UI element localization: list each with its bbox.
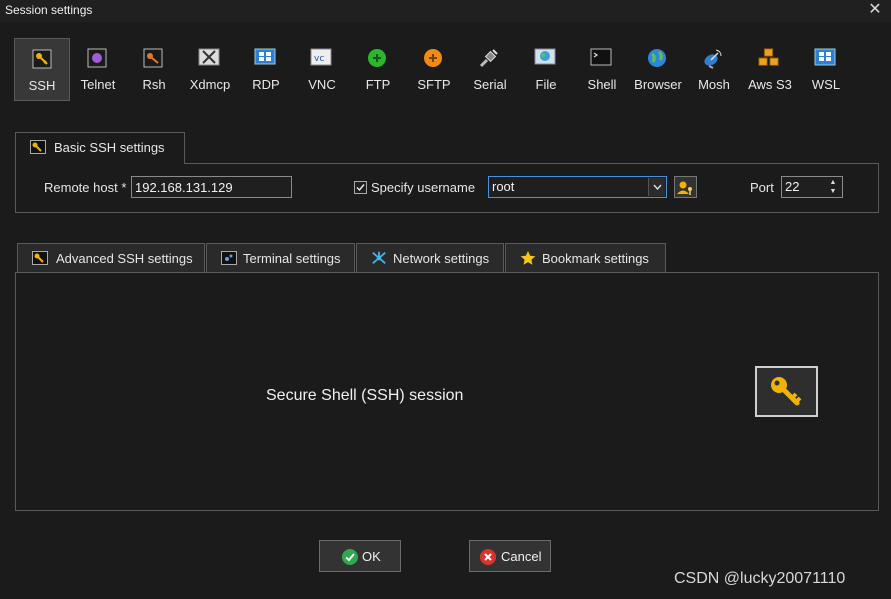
vnc-icon: vc: [310, 48, 332, 68]
protocol-label: SFTP: [417, 77, 451, 92]
watermark: CSDN @lucky20071110: [674, 570, 846, 587]
window-title: Session settings: [5, 3, 93, 17]
port-label: Port: [750, 180, 774, 195]
mosh-satellite-icon: [702, 48, 724, 69]
check-icon: [342, 549, 358, 565]
protocol-label: SSH: [28, 78, 56, 93]
protocol-label: Aws S3: [748, 77, 792, 92]
protocol-shell[interactable]: Shell: [574, 38, 630, 101]
protocol-file[interactable]: File: [518, 38, 574, 101]
protocol-label: Serial: [473, 77, 507, 92]
protocol-browser[interactable]: Browser: [630, 38, 686, 101]
ok-button[interactable]: OK: [319, 540, 401, 572]
protocol-label: RDP: [252, 77, 280, 92]
shell-terminal-icon: [590, 48, 612, 68]
protocol-label: Mosh: [698, 77, 730, 92]
protocol-label: VNC: [308, 77, 336, 92]
protocol-label: File: [535, 77, 557, 92]
tab-terminal-settings[interactable]: Terminal settings: [206, 243, 355, 273]
spin-arrows-icon[interactable]: ▲ ▼: [826, 178, 840, 196]
protocol-mosh[interactable]: Mosh: [686, 38, 742, 101]
user-manager-button[interactable]: [674, 176, 697, 198]
user-key-icon: [677, 181, 692, 195]
protocol-label: Rsh: [142, 77, 166, 92]
tab-bookmark-settings[interactable]: Bookmark settings: [505, 243, 666, 273]
protocol-ssh[interactable]: SSH: [14, 38, 70, 101]
protocol-label: Telnet: [80, 77, 116, 92]
wsl-windows-icon: [814, 48, 836, 68]
remote-host-input[interactable]: [131, 176, 292, 198]
key-icon: [32, 251, 48, 265]
ok-label: OK: [362, 549, 381, 564]
cancel-label: Cancel: [501, 549, 542, 564]
protocol-xdmcp[interactable]: Xdmcp: [182, 38, 238, 101]
protocol-label: Shell: [587, 77, 617, 92]
telnet-icon: [86, 48, 108, 68]
protocol-label: Browser: [634, 77, 682, 92]
chevron-down-icon[interactable]: [648, 178, 665, 196]
port-spinbox[interactable]: 22 ▲ ▼: [781, 176, 843, 198]
protocol-serial[interactable]: Serial: [462, 38, 518, 101]
serial-plug-icon: [478, 48, 500, 68]
xdmcp-icon: [198, 48, 220, 68]
ssh-key-icon: [31, 49, 53, 69]
basic-settings-panel: Remote host * Specify username root Port…: [15, 163, 879, 213]
browser-globe-icon: [646, 48, 668, 68]
username-combobox[interactable]: root: [488, 176, 667, 198]
protocol-aws-s3[interactable]: Aws S3: [742, 38, 798, 101]
tab-label: Basic SSH settings: [54, 140, 165, 155]
specify-username-checkbox[interactable]: [354, 181, 367, 194]
protocol-sftp[interactable]: SFTP: [406, 38, 462, 101]
protocol-label: Xdmcp: [189, 77, 231, 92]
protocol-telnet[interactable]: Telnet: [70, 38, 126, 101]
file-icon: [534, 48, 556, 68]
close-icon[interactable]: ✕: [865, 0, 885, 20]
aws-cubes-icon: [758, 48, 780, 68]
ftp-icon: [366, 48, 388, 68]
tab-basic-ssh-settings[interactable]: Basic SSH settings: [15, 132, 185, 164]
username-value: root: [492, 179, 515, 194]
cancel-button[interactable]: Cancel: [469, 540, 551, 572]
large-key-icon: [755, 366, 818, 417]
remote-host-label: Remote host *: [44, 180, 127, 195]
star-icon: [520, 250, 536, 265]
network-icon: [371, 251, 387, 265]
protocol-ftp[interactable]: FTP: [350, 38, 406, 101]
protocol-wsl[interactable]: WSL: [798, 38, 854, 101]
rdp-icon: [254, 48, 276, 68]
tab-advanced-ssh-settings[interactable]: Advanced SSH settings: [17, 243, 205, 273]
tab-label: Advanced SSH settings: [56, 251, 193, 266]
protocol-vnc[interactable]: vc VNC: [294, 38, 350, 101]
tab-network-settings[interactable]: Network settings: [356, 243, 504, 273]
sftp-icon: [422, 48, 444, 68]
tab-label: Network settings: [393, 251, 490, 266]
tab-label: Bookmark settings: [542, 251, 649, 266]
protocol-rsh[interactable]: Rsh: [126, 38, 182, 101]
cancel-x-icon: [480, 549, 496, 565]
port-value: 22: [785, 179, 800, 194]
protocol-label: WSL: [811, 77, 841, 92]
tab-label: Terminal settings: [243, 251, 341, 266]
protocol-label: FTP: [365, 77, 391, 92]
terminal-icon: [221, 251, 237, 265]
title-bar: Session settings ✕: [0, 0, 891, 22]
session-description-panel: Secure Shell (SSH) session: [15, 272, 879, 511]
rsh-icon: [142, 48, 164, 68]
protocol-rdp[interactable]: RDP: [238, 38, 294, 101]
key-icon: [30, 140, 46, 154]
specify-username-label: Specify username: [371, 180, 476, 195]
svg-text:vc: vc: [314, 54, 324, 64]
session-description: Secure Shell (SSH) session: [266, 387, 464, 404]
